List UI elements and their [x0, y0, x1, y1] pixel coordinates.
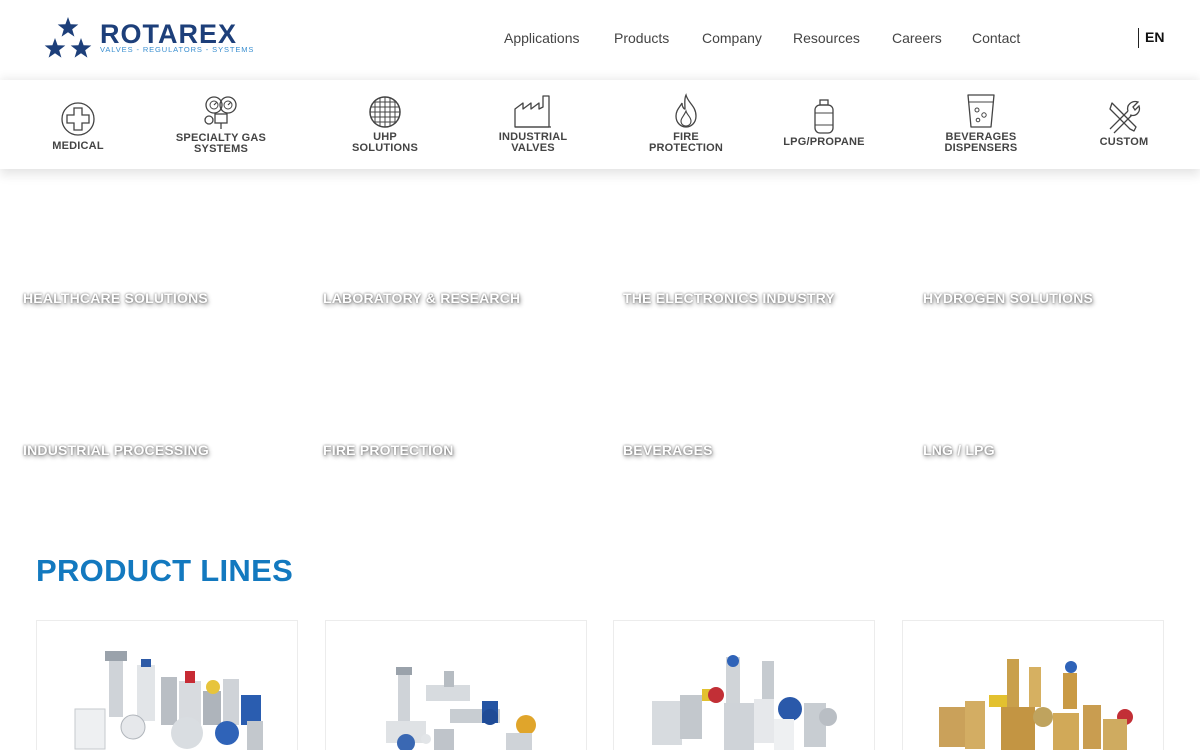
- tile-label: HEALTHCARE SOLUTIONS: [23, 290, 208, 306]
- product-card-medical-valves[interactable]: [36, 620, 298, 750]
- nav-applications[interactable]: Applications: [504, 28, 580, 48]
- category-medical[interactable]: MEDICAL: [38, 80, 118, 169]
- tile-label: LNG / LPG: [923, 442, 995, 458]
- app-tile-laboratory[interactable]: LABORATORY & RESEARCH: [300, 222, 600, 374]
- medical-cross-icon: [61, 102, 95, 136]
- category-label: SPECIALTY GAS SYSTEMS: [175, 132, 267, 155]
- tools-icon: [1109, 100, 1141, 134]
- industrial-valves-product-image: [652, 655, 837, 750]
- nav-products[interactable]: Products: [614, 28, 669, 48]
- wafer-grid-icon: [369, 96, 401, 128]
- brass-valves-product-image: [939, 659, 1133, 750]
- site-header: ROTAREX VALVES - REGULATORS - SYSTEMS Ap…: [0, 0, 1200, 78]
- brand-tagline: VALVES - REGULATORS - SYSTEMS: [100, 45, 255, 54]
- category-label: INDUSTRIAL VALVES: [498, 131, 568, 154]
- category-label: LPG/PROPANE: [783, 136, 865, 148]
- beverage-glass-icon: [967, 94, 995, 128]
- specialty-gas-regulators-product-image: [386, 667, 536, 750]
- nav-company[interactable]: Company: [702, 28, 762, 48]
- gas-tank-icon: [814, 99, 834, 134]
- product-card-brass-valves[interactable]: [902, 620, 1164, 750]
- app-tile-beverages[interactable]: BEVERAGES: [600, 374, 900, 526]
- category-beverages[interactable]: BEVERAGES DISPENSERS: [931, 80, 1031, 169]
- rotarex-logo[interactable]: ROTAREX VALVES - REGULATORS - SYSTEMS: [44, 16, 256, 62]
- category-label: MEDICAL: [52, 140, 104, 152]
- category-label: CUSTOM: [1099, 136, 1149, 148]
- nav-careers[interactable]: Careers: [892, 28, 942, 48]
- flame-icon: [675, 93, 697, 128]
- category-label: FIRE PROTECTION: [648, 131, 724, 154]
- product-card-industrial-valves[interactable]: [613, 620, 875, 750]
- factory-icon: [514, 95, 551, 128]
- product-card-specialty-gas-regulators[interactable]: [325, 620, 587, 750]
- category-specialty-gas[interactable]: SPECIALTY GAS SYSTEMS: [166, 80, 276, 169]
- gauges-icon: [204, 96, 237, 129]
- tile-label: THE ELECTRONICS INDUSTRY: [623, 290, 835, 306]
- nav-resources[interactable]: Resources: [793, 28, 860, 48]
- app-tile-hydrogen[interactable]: HYDROGEN SOLUTIONS: [900, 222, 1200, 374]
- category-label: UHP SOLUTIONS: [352, 131, 418, 154]
- language-selector[interactable]: EN: [1138, 28, 1164, 48]
- category-lpg-propane[interactable]: LPG/PROPANE: [774, 80, 874, 169]
- tile-label: FIRE PROTECTION: [323, 442, 454, 458]
- category-label: BEVERAGES DISPENSERS: [944, 131, 1018, 154]
- stars-logo-icon: [44, 17, 92, 58]
- app-tile-electronics[interactable]: THE ELECTRONICS INDUSTRY: [600, 222, 900, 374]
- tile-label: HYDROGEN SOLUTIONS: [923, 290, 1094, 306]
- category-fire-protection[interactable]: FIRE PROTECTION: [641, 80, 731, 169]
- app-tile-healthcare[interactable]: HEALTHCARE SOLUTIONS: [0, 222, 300, 374]
- nav-contact[interactable]: Contact: [972, 28, 1020, 48]
- category-uhp[interactable]: UHP SOLUTIONS: [340, 80, 430, 169]
- category-bar: MEDICAL SPECIALTY GAS SYSTEMS UHP SOLUTI…: [0, 80, 1200, 169]
- product-lines-title: PRODUCT LINES: [36, 553, 294, 588]
- app-tile-fire-protection[interactable]: FIRE PROTECTION: [300, 374, 600, 526]
- app-tile-lng-lpg[interactable]: LNG / LPG: [900, 374, 1200, 526]
- category-industrial-valves[interactable]: INDUSTRIAL VALVES: [488, 80, 578, 169]
- app-tile-industrial-processing[interactable]: INDUSTRIAL PROCESSING: [0, 374, 300, 526]
- tile-label: BEVERAGES: [623, 442, 713, 458]
- category-custom[interactable]: CUSTOM: [1084, 80, 1164, 169]
- medical-valves-product-image: [74, 651, 263, 750]
- tile-label: INDUSTRIAL PROCESSING: [23, 442, 209, 458]
- tile-label: LABORATORY & RESEARCH: [323, 290, 521, 306]
